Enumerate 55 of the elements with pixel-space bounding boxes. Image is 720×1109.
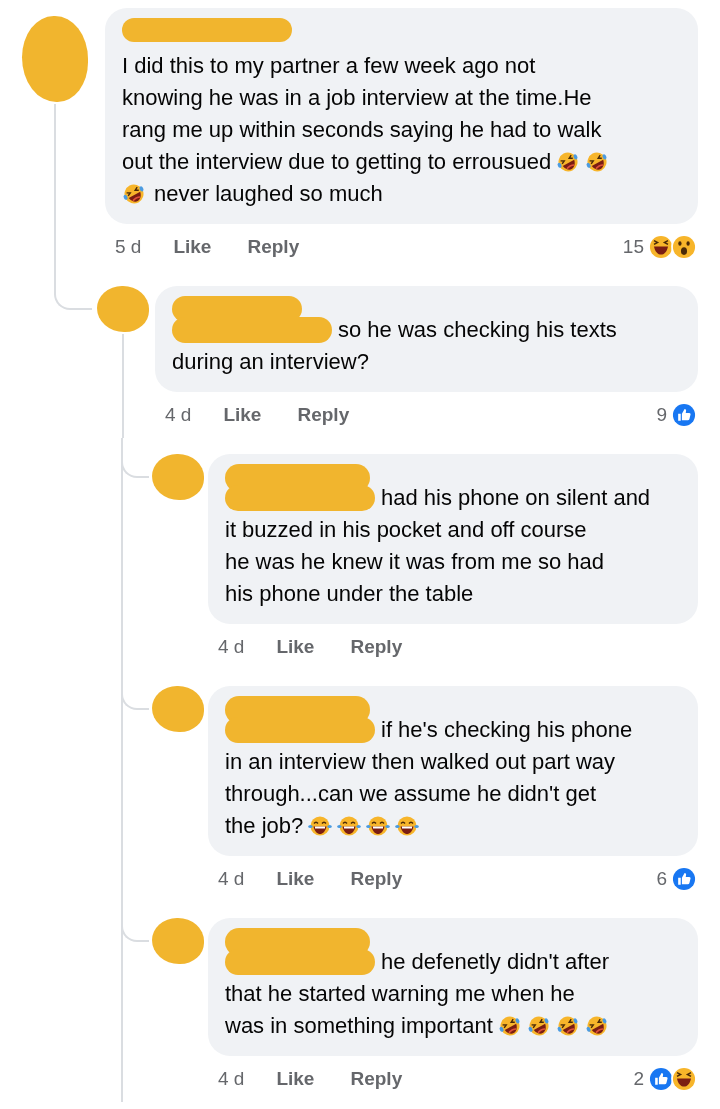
- comment-text: the job?: [225, 812, 304, 840]
- laughing-emoji-icon: [584, 1014, 609, 1038]
- laughing-emoji-icon: [526, 1014, 551, 1038]
- laughing-emoji-icon: [122, 182, 146, 206]
- reply-link[interactable]: Reply: [297, 404, 350, 426]
- comment-text: was in something important: [225, 1012, 493, 1040]
- timestamp: 4 d: [165, 404, 192, 426]
- reaction-count: 6: [656, 868, 667, 890]
- comment-text: so he was checking his texts: [338, 316, 617, 344]
- avatar: [151, 686, 204, 732]
- reaction-count: 15: [622, 236, 644, 258]
- timestamp: 4 d: [218, 636, 245, 658]
- like-link[interactable]: Like: [173, 236, 212, 258]
- laughing-emoji-icon: [555, 1014, 580, 1038]
- like-link[interactable]: Like: [223, 404, 262, 426]
- like-link[interactable]: Like: [276, 1068, 315, 1090]
- reaction-count: 2: [633, 1068, 644, 1090]
- timestamp: 4 d: [218, 868, 245, 890]
- avatar: [151, 454, 204, 500]
- laughing-emoji-icon: [497, 1014, 522, 1038]
- comment-text: had his phone on silent and: [381, 484, 651, 512]
- laughing-emoji-icon: [395, 814, 420, 838]
- surprised-reaction-icon: [670, 233, 698, 261]
- laughing-emoji-icon: [366, 814, 391, 838]
- reaction-count: 9: [656, 404, 667, 426]
- thumbs-up-reaction-icon: [670, 401, 698, 429]
- comment-text: he defenetly didn't after: [381, 948, 610, 976]
- timestamp: 5 d: [115, 236, 142, 258]
- comment-text: during an interview?: [172, 348, 369, 376]
- comment-text: he was he knew it was from me so had: [225, 548, 605, 576]
- like-link[interactable]: Like: [276, 636, 315, 658]
- comment-text: if he's checking his phone: [381, 716, 633, 744]
- comment-text: never laughed so much: [154, 180, 383, 208]
- comment-text: in an interview then walked out part way: [225, 748, 616, 776]
- laughing-emoji-icon: [337, 814, 362, 838]
- avatar: [151, 918, 204, 964]
- reply-link[interactable]: Reply: [247, 236, 300, 258]
- like-link[interactable]: Like: [276, 868, 315, 890]
- comment-text: that he started warning me when he: [225, 980, 575, 1008]
- comment-text: I did this to my partner a few week ago not: [122, 52, 536, 80]
- thread-connector: [54, 270, 92, 310]
- reply-link[interactable]: Reply: [350, 636, 403, 658]
- timestamp: 4 d: [218, 1068, 245, 1090]
- comment-text: out the interview due to getting to errousued: [122, 148, 552, 176]
- comment-text: his phone under the table: [225, 580, 474, 608]
- comment-text: through...can we assume he didn't get: [225, 780, 597, 808]
- thumbs-up-reaction-icon: [670, 865, 698, 893]
- laughing-reaction-icon: [670, 1065, 698, 1093]
- comment-text: it buzzed in his pocket and off course: [225, 516, 587, 544]
- reply-link[interactable]: Reply: [350, 1068, 403, 1090]
- comment-text: knowing he was in a job interview at the time.He: [122, 84, 592, 112]
- comment-text: rang me up within seconds saying he had to walk: [122, 116, 602, 144]
- avatar: [96, 286, 149, 332]
- reply-link[interactable]: Reply: [350, 868, 403, 890]
- laughing-emoji-icon: [308, 814, 333, 838]
